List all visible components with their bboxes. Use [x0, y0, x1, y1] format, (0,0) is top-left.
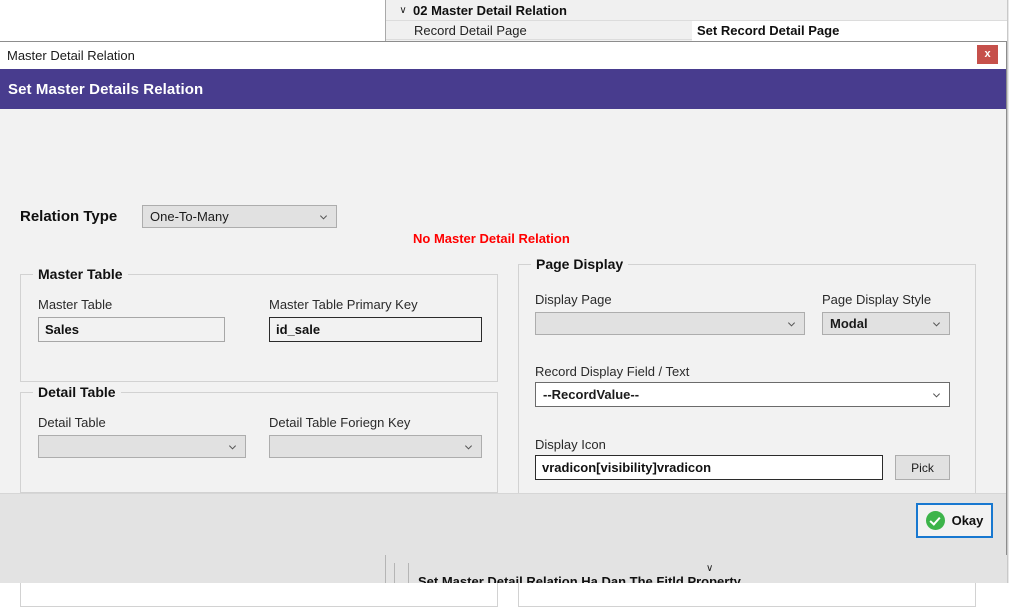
chevron-down-icon[interactable]: ∨ — [395, 5, 411, 16]
background-property-label: Record Detail Page — [414, 23, 527, 38]
relation-type-row: Relation Type One-To-Many — [20, 205, 337, 228]
dialog-banner: Set Master Details Relation — [0, 69, 1006, 109]
dialog-footer: Okay — [0, 493, 1006, 556]
display-icon-label: Display Icon — [535, 437, 606, 452]
master-table-label: Master Table — [38, 297, 112, 312]
detail-table-select[interactable] — [38, 435, 246, 458]
grid-separator-2 — [408, 563, 409, 583]
dialog-title: Master Detail Relation — [7, 48, 135, 63]
no-relation-warning: No Master Detail Relation — [413, 231, 570, 246]
check-circle-icon — [926, 511, 945, 530]
detail-table-foreign-key-label: Detail Table Foriegn Key — [269, 415, 410, 430]
chevron-down-icon — [228, 442, 237, 451]
background-bottom-left-pane — [0, 555, 386, 583]
master-table-group-legend: Master Table — [33, 266, 128, 282]
background-bottom-strip: ∨ Set Master Detail Relation Ha Dan The … — [0, 555, 1009, 583]
page-display-group-legend: Page Display — [531, 256, 628, 272]
detail-table-group: Detail Table Detail Table Detail Table F… — [20, 392, 498, 493]
background-property-row[interactable]: Record Detail Page Set Record Detail Pag… — [386, 20, 1009, 40]
master-table-primary-key-input[interactable]: id_sale — [269, 317, 482, 342]
close-icon[interactable]: x — [977, 45, 998, 64]
master-table-group: Master Table Master Table Sales Master T… — [20, 274, 498, 382]
background-bottom-row-label: Set Master Detail Relation Ha Dan The Fi… — [418, 574, 741, 583]
page-display-style-select[interactable]: Modal — [822, 312, 950, 335]
record-display-field-select[interactable]: --RecordValue-- — [535, 382, 950, 407]
page-display-style-value: Modal — [830, 316, 868, 331]
dialog-titlebar: Master Detail Relation x — [0, 42, 1006, 69]
background-group-title: 02 Master Detail Relation — [413, 3, 567, 18]
okay-button[interactable]: Okay — [916, 503, 993, 538]
detail-table-label: Detail Table — [38, 415, 106, 430]
relation-type-value: One-To-Many — [150, 209, 229, 224]
chevron-down-icon[interactable]: ∨ — [706, 563, 713, 574]
background-left-pane — [0, 0, 386, 41]
background-bottom-grid: ∨ Set Master Detail Relation Ha Dan The … — [386, 555, 1009, 583]
relation-type-select[interactable]: One-To-Many — [142, 205, 337, 228]
display-page-label: Display Page — [535, 292, 612, 307]
background-property-grid: ∨ 02 Master Detail Relation Record Detai… — [386, 0, 1009, 41]
record-display-field-value: --RecordValue-- — [543, 387, 639, 402]
display-icon-input[interactable]: vradicon[visibility]vradicon — [535, 455, 883, 480]
chevron-down-icon — [787, 319, 796, 328]
display-page-select[interactable] — [535, 312, 805, 335]
background-property-value[interactable]: Set Record Detail Page — [692, 21, 1009, 41]
chevron-down-icon — [932, 390, 941, 399]
chevron-down-icon — [319, 212, 328, 221]
okay-button-label: Okay — [952, 513, 984, 528]
relation-type-label: Relation Type — [20, 208, 142, 225]
dialog-body: No Master Detail Relation Relation Type … — [0, 109, 1006, 556]
chevron-down-icon — [932, 319, 941, 328]
banner-title: Set Master Details Relation — [8, 81, 203, 98]
master-table-primary-key-label: Master Table Primary Key — [269, 297, 418, 312]
pick-icon-button[interactable]: Pick — [895, 455, 950, 480]
master-detail-relation-dialog: Master Detail Relation x Set Master Deta… — [0, 41, 1007, 557]
grid-separator-1 — [394, 563, 395, 583]
detail-table-foreign-key-select[interactable] — [269, 435, 482, 458]
master-table-input[interactable]: Sales — [38, 317, 225, 342]
detail-table-group-legend: Detail Table — [33, 384, 121, 400]
chevron-down-icon — [464, 442, 473, 451]
page-display-style-label: Page Display Style — [822, 292, 931, 307]
background-group-row[interactable]: ∨ 02 Master Detail Relation — [386, 0, 1009, 20]
record-display-field-label: Record Display Field / Text — [535, 364, 689, 379]
